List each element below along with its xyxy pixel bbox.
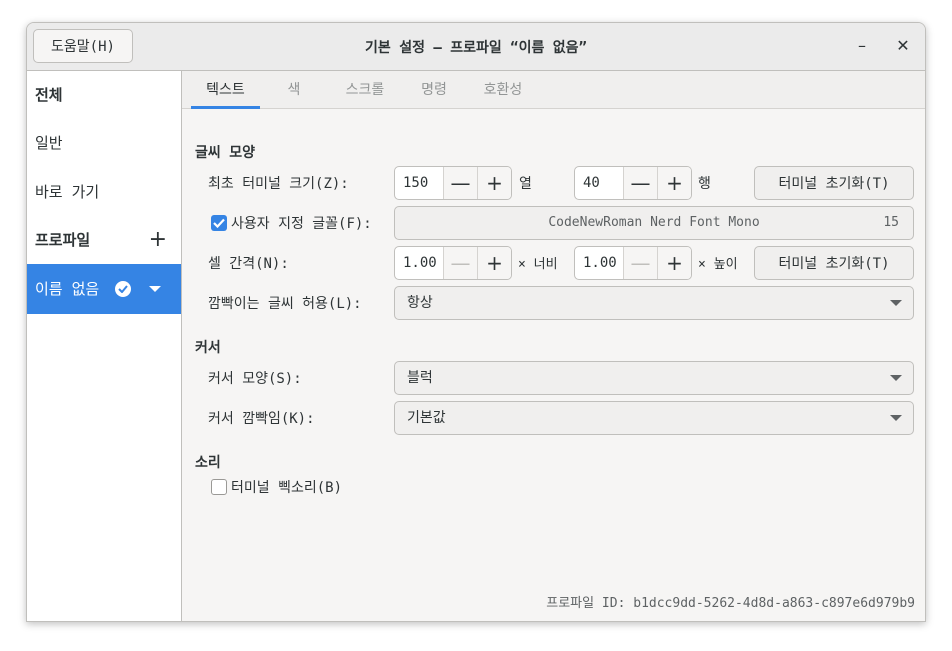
font-size: 15	[883, 215, 899, 230]
columns-unit-label: 열	[519, 176, 532, 192]
columns-spinbutton[interactable]: 150 — +	[394, 166, 512, 200]
appearance-section-title: 글씨 모양	[195, 145, 255, 161]
tab-color[interactable]: 색	[272, 71, 316, 109]
minimize-icon[interactable]: –	[849, 33, 875, 59]
terminal-bell-checkbox[interactable]	[211, 479, 227, 495]
font-name: CodeNewRoman Nerd Font Mono	[548, 215, 760, 230]
tab-bar: 텍스트 색 스크롤 명령 호환성	[182, 71, 925, 109]
columns-increase-button[interactable]: +	[477, 167, 511, 199]
minus-icon: —	[450, 251, 471, 275]
blink-text-value: 항상	[407, 295, 433, 311]
default-profile-check-icon	[115, 281, 131, 297]
custom-font-checkbox[interactable]	[211, 215, 227, 231]
cell-height-increase-button[interactable]: +	[657, 247, 691, 279]
tab-text[interactable]: 텍스트	[191, 71, 260, 109]
custom-font-label[interactable]: 사용자 지정 글꼴(F):	[231, 213, 372, 233]
sidebar-item-profile-unnamed[interactable]: 이름 없음	[27, 264, 181, 314]
cell-height-decrease-button[interactable]: —	[623, 247, 657, 279]
title-bar: 도움말(H) 기본 설정 – 프로파일 “이름 없음” – ✕	[27, 23, 925, 71]
cell-width-unit-label: × 너비	[518, 257, 558, 272]
cell-width-value[interactable]: 1.00	[403, 247, 437, 279]
cursor-shape-dropdown[interactable]: 블럭	[394, 361, 914, 395]
profile-id-text: 프로파일 ID: b1dcc9dd-5262-4d8d-a863-c897e6d…	[546, 596, 915, 611]
cursor-blink-dropdown[interactable]: 기본값	[394, 401, 914, 435]
tab-scroll[interactable]: 스크롤	[332, 71, 398, 109]
sidebar-item-general[interactable]: 일반	[27, 119, 181, 167]
cell-height-spinbutton[interactable]: 1.00 — +	[574, 246, 692, 280]
sidebar: 전체 일반 바로 가기 프로파일 + 이름 없음	[27, 71, 182, 621]
chevron-down-icon	[890, 375, 902, 381]
plus-icon: +	[666, 251, 683, 275]
preferences-window: 도움말(H) 기본 설정 – 프로파일 “이름 없음” – ✕ 전체 일반 바로…	[26, 22, 926, 622]
cursor-shape-value: 블럭	[407, 370, 433, 386]
cell-spacing-label: 셀 간격(N):	[208, 256, 289, 272]
blink-text-dropdown[interactable]: 항상	[394, 286, 914, 320]
rows-decrease-button[interactable]: —	[623, 167, 657, 199]
profiles-header-label: 프로파일	[35, 231, 91, 249]
minus-icon: —	[450, 171, 471, 195]
columns-decrease-button[interactable]: —	[443, 167, 477, 199]
main-panel: 텍스트 색 스크롤 명령 호환성 글씨 모양 최초 터미널 크기(Z): 150…	[182, 71, 925, 621]
cell-width-increase-button[interactable]: +	[477, 247, 511, 279]
cursor-shape-label: 커서 모양(S):	[208, 371, 302, 387]
sidebar-item-profiles: 프로파일 +	[27, 216, 181, 264]
profile-menu-chevron-down-icon[interactable]	[149, 286, 161, 292]
cell-height-value[interactable]: 1.00	[583, 247, 617, 279]
window-title: 기본 설정 – 프로파일 “이름 없음”	[365, 40, 587, 56]
plus-icon: +	[486, 251, 503, 275]
tab-command[interactable]: 명령	[410, 71, 458, 109]
profile-name-label: 이름 없음	[35, 280, 100, 298]
minus-icon: —	[630, 251, 651, 275]
blink-text-label: 깜빡이는 글씨 허용(L):	[208, 296, 362, 312]
plus-icon: +	[486, 171, 503, 195]
cell-width-decrease-button[interactable]: —	[443, 247, 477, 279]
font-chooser-button[interactable]: CodeNewRoman Nerd Font Mono 15	[394, 206, 914, 240]
sidebar-item-shortcuts[interactable]: 바로 가기	[27, 168, 181, 216]
plus-icon: +	[666, 171, 683, 195]
terminal-bell-label[interactable]: 터미널 삑소리(B)	[231, 477, 342, 497]
rows-value[interactable]: 40	[583, 167, 600, 199]
rows-unit-label: 행	[698, 176, 711, 192]
cursor-blink-label: 커서 깜빡임(K):	[208, 411, 315, 427]
tab-compatibility[interactable]: 호환성	[472, 71, 534, 109]
initial-size-label: 최초 터미널 크기(Z):	[208, 176, 349, 192]
rows-spinbutton[interactable]: 40 — +	[574, 166, 692, 200]
add-profile-icon[interactable]: +	[149, 216, 167, 264]
sidebar-item-all[interactable]: 전체	[27, 71, 181, 119]
cell-height-unit-label: × 높이	[698, 257, 738, 272]
chevron-down-icon	[890, 300, 902, 306]
close-icon[interactable]: ✕	[890, 33, 916, 59]
minus-icon: —	[630, 171, 651, 195]
columns-value[interactable]: 150	[403, 167, 428, 199]
reset-size-button[interactable]: 터미널 초기화(T)	[754, 166, 914, 200]
cursor-section-title: 커서	[195, 340, 221, 356]
sound-section-title: 소리	[195, 455, 221, 471]
rows-increase-button[interactable]: +	[657, 167, 691, 199]
cell-width-spinbutton[interactable]: 1.00 — +	[394, 246, 512, 280]
chevron-down-icon	[890, 415, 902, 421]
cursor-blink-value: 기본값	[407, 410, 446, 426]
reset-spacing-button[interactable]: 터미널 초기화(T)	[754, 246, 914, 280]
